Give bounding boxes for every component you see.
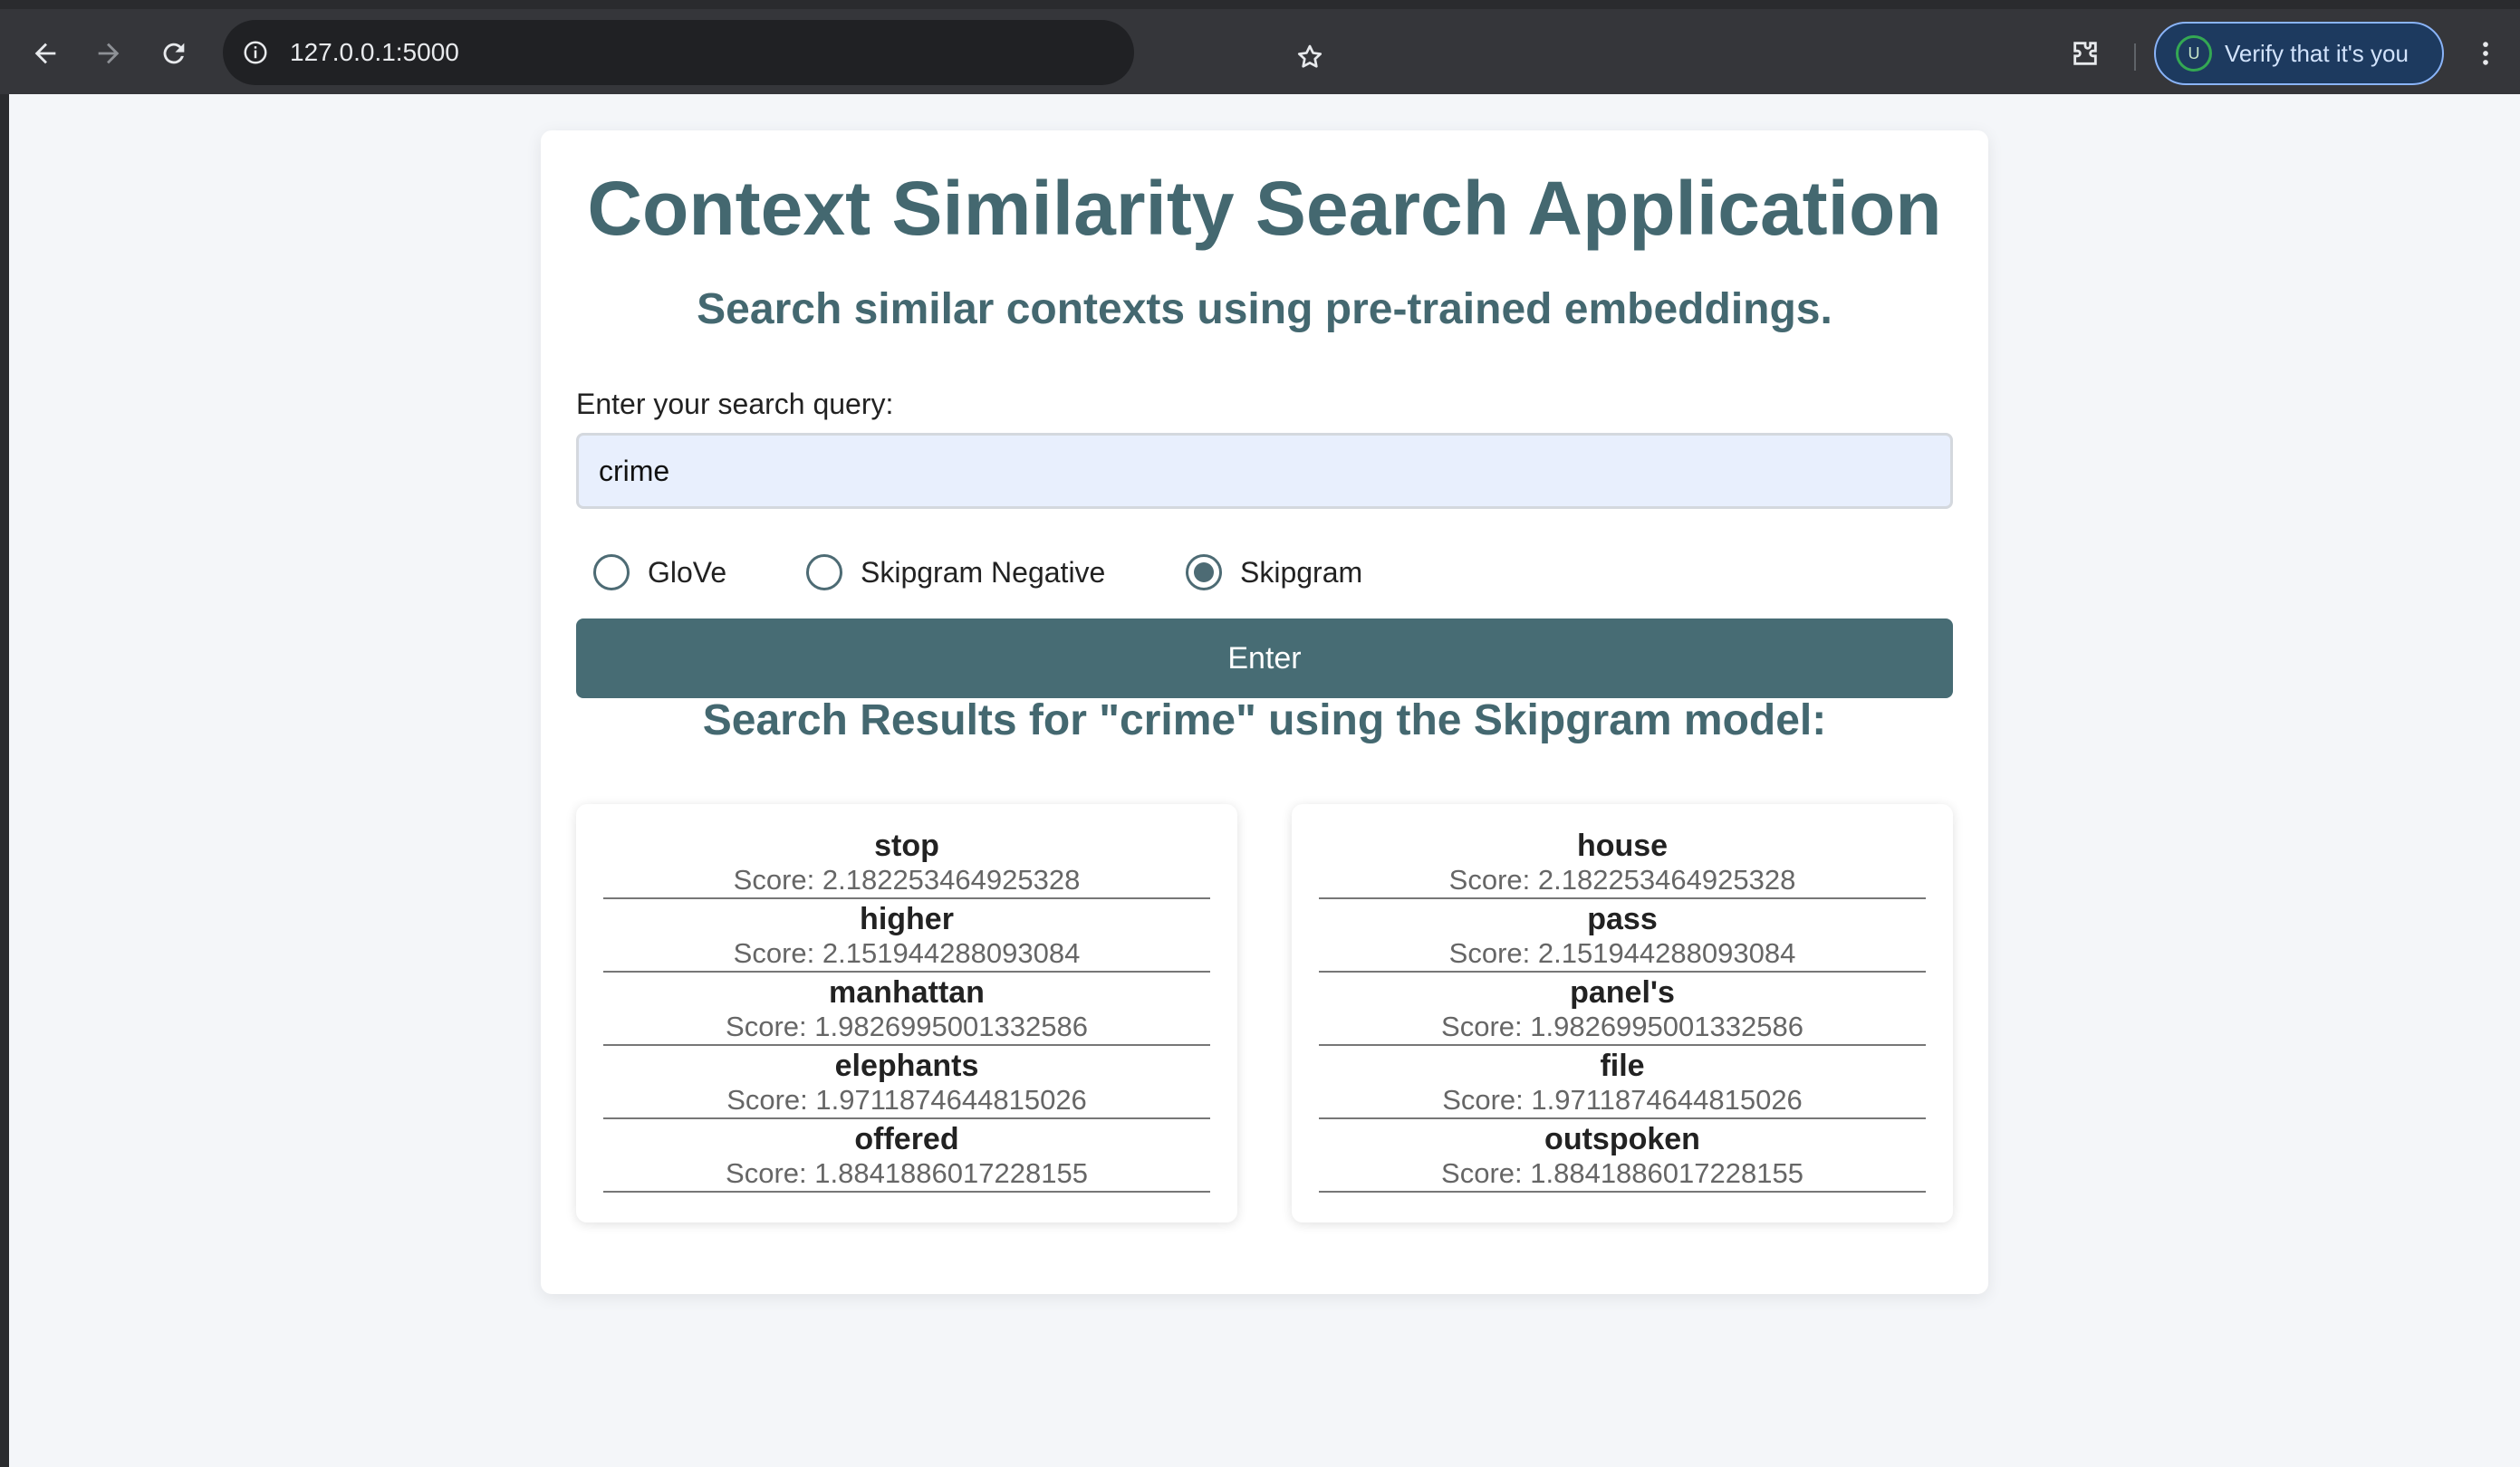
result-score: Score: 1.8841886017228155	[726, 1156, 1088, 1189]
result-item: manhattan Score: 1.9826995001332586	[603, 973, 1210, 1046]
address-bar[interactable]: 127.0.0.1:5000	[223, 20, 1323, 85]
result-item: house Score: 2.182253464925328	[1319, 826, 1926, 899]
result-score: Score: 1.9826995001332586	[1441, 1010, 1803, 1042]
radio-skipgram-circle[interactable]	[1186, 554, 1222, 590]
result-word: panel's	[1570, 974, 1675, 1010]
radio-skipgram[interactable]: Skipgram	[1186, 545, 1362, 599]
result-word: manhattan	[829, 974, 985, 1010]
result-score: Score: 2.182253464925328	[733, 863, 1081, 896]
result-word: house	[1576, 828, 1669, 863]
search-input[interactable]	[576, 433, 1953, 509]
url-text[interactable]: 127.0.0.1:5000	[290, 20, 459, 85]
radio-glove-label[interactable]: GloVe	[648, 556, 726, 590]
result-word: higher	[860, 901, 954, 936]
radio-glove-circle[interactable]	[593, 554, 630, 590]
bookmark-star-icon[interactable]	[1290, 37, 1330, 77]
result-score: Score: 2.151944288093084	[1448, 936, 1796, 969]
result-word: pass	[1587, 901, 1658, 936]
radio-skipgram-negative-circle[interactable]	[806, 554, 842, 590]
back-arrow-icon	[34, 43, 56, 64]
profile-avatar: U	[2176, 35, 2212, 72]
result-word: offered	[854, 1121, 959, 1156]
verify-identity-button[interactable]: U Verify that it's you	[2154, 22, 2444, 85]
radio-skipgram-negative-label[interactable]: Skipgram Negative	[861, 556, 1105, 590]
enter-button[interactable]: Enter	[576, 618, 1953, 698]
result-score: Score: 2.182253464925328	[1448, 863, 1796, 896]
result-item: elephants Score: 1.9711874644815026	[603, 1046, 1210, 1119]
window-edge	[0, 94, 9, 1467]
browser-toolbar: 127.0.0.1:5000 U Verify that it's you	[0, 9, 2520, 94]
radio-skipgram-label[interactable]: Skipgram	[1240, 556, 1362, 590]
result-item: offered Score: 1.8841886017228155	[603, 1119, 1210, 1193]
forward-arrow-icon	[98, 43, 120, 64]
page-title: Context Similarity Search Application	[587, 166, 1942, 251]
result-word: stop	[874, 828, 939, 863]
result-word: elephants	[834, 1048, 979, 1083]
result-item: panel's Score: 1.9826995001332586	[1319, 973, 1926, 1046]
site-info-icon[interactable]	[239, 36, 272, 69]
result-score: Score: 1.8841886017228155	[1441, 1156, 1803, 1189]
query-label: Enter your search query:	[576, 388, 894, 420]
result-score: Score: 1.9711874644815026	[1442, 1083, 1803, 1116]
model-selector: GloVe Skipgram Negative Skipgram	[593, 545, 1952, 599]
result-word: outspoken	[1544, 1121, 1700, 1156]
toolbar-separator	[2134, 43, 2136, 71]
result-word: file	[1600, 1048, 1645, 1083]
result-item: pass Score: 2.151944288093084	[1319, 899, 1926, 973]
back-button[interactable]	[25, 34, 65, 73]
result-score: Score: 1.9711874644815026	[726, 1083, 1087, 1116]
result-item: file Score: 1.9711874644815026	[1319, 1046, 1926, 1119]
results-column-left: stop Score: 2.182253464925328 higher Sco…	[576, 804, 1237, 1222]
search-card: Context Similarity Search Application Se…	[541, 130, 1988, 1294]
page-subtitle: Search similar contexts using pre-traine…	[697, 285, 1832, 333]
result-score: Score: 2.151944288093084	[733, 936, 1081, 969]
result-item: higher Score: 2.151944288093084	[603, 899, 1210, 973]
verify-label: Verify that it's you	[2225, 39, 2409, 67]
browser-menu-kebab-icon[interactable]	[2466, 34, 2506, 73]
forward-button[interactable]	[89, 34, 129, 73]
reload-icon	[163, 43, 185, 64]
results-column-right: house Score: 2.182253464925328 pass Scor…	[1292, 804, 1953, 1222]
radio-glove[interactable]: GloVe	[593, 545, 726, 599]
reload-button[interactable]	[154, 34, 194, 73]
result-score: Score: 1.9826995001332586	[726, 1010, 1088, 1042]
result-item: outspoken Score: 1.8841886017228155	[1319, 1119, 1926, 1193]
extensions-puzzle-icon[interactable]	[2065, 34, 2105, 73]
results-heading: Search Results for "crime" using the Ski…	[702, 696, 1827, 744]
result-item: stop Score: 2.182253464925328	[603, 826, 1210, 899]
radio-skipgram-negative[interactable]: Skipgram Negative	[806, 545, 1105, 599]
tab-strip	[0, 0, 2520, 9]
